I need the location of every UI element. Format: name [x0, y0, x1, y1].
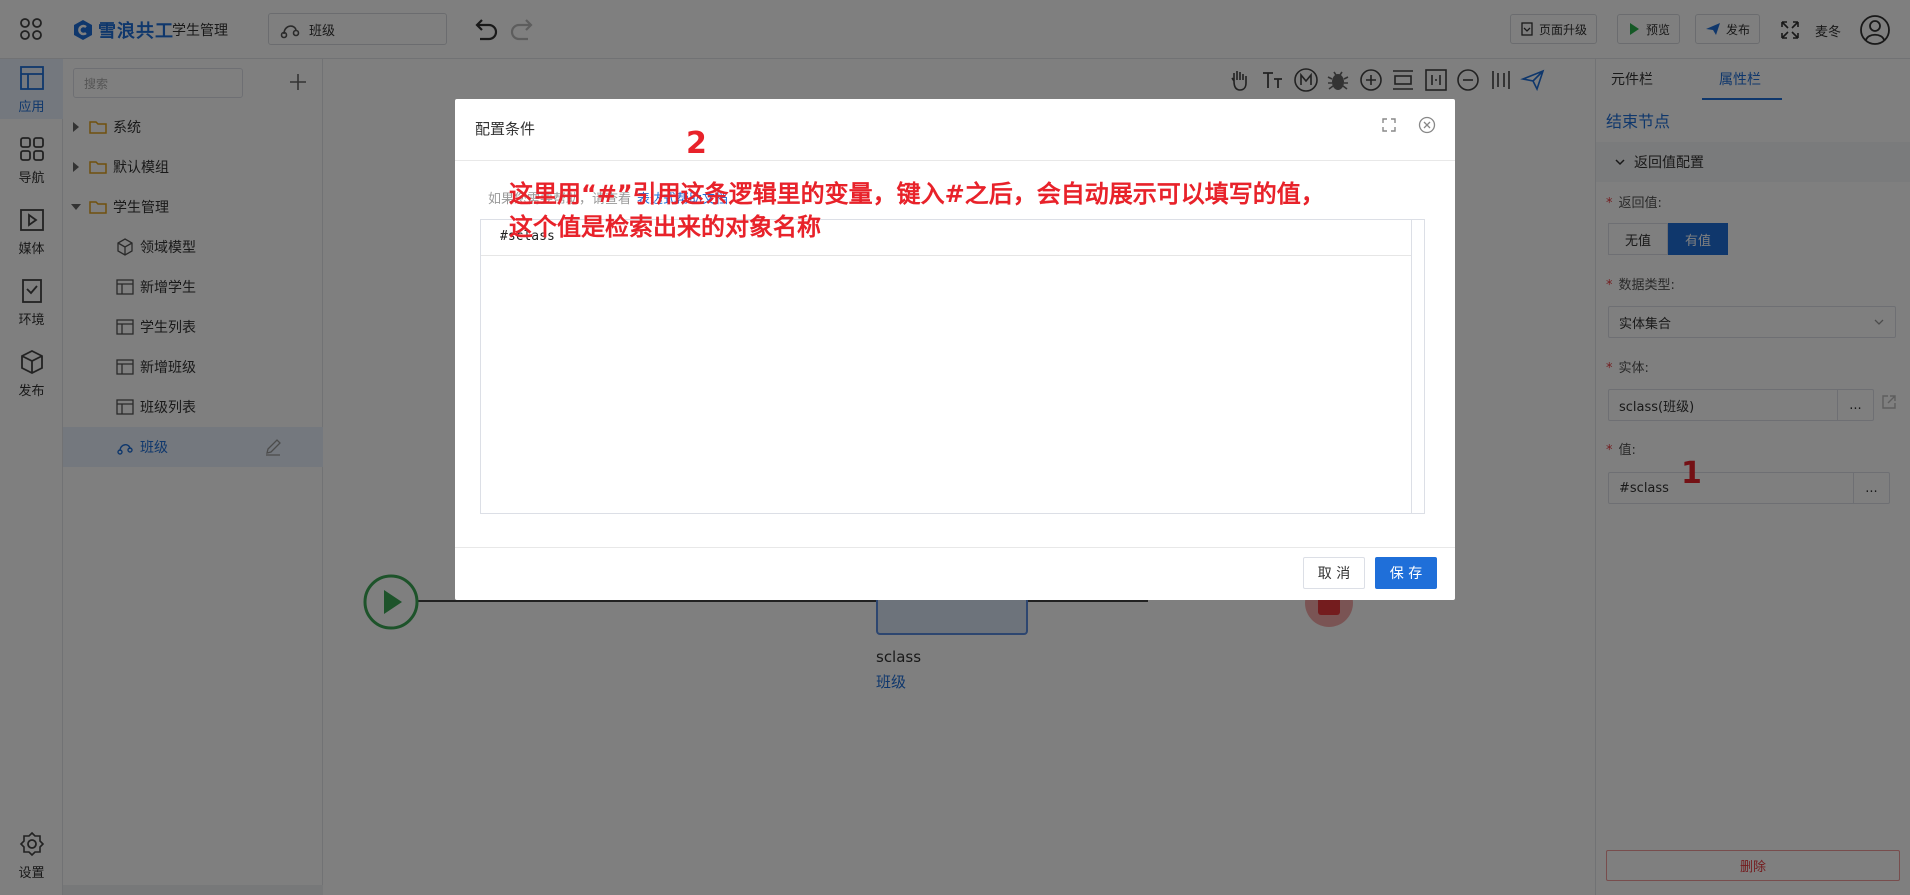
save-button[interactable]: 保 存 [1375, 557, 1437, 589]
annotation-line-2: 这个值是检索出来的对象名称 [509, 213, 821, 241]
maximize-icon[interactable] [1381, 117, 1397, 133]
close-icon[interactable] [1418, 116, 1436, 134]
dialog-footer-divider [455, 547, 1455, 548]
annotation-note: 这里用“#”引用这条逻辑里的变量，键入#之后，会自动展示可以填写的值， 这个值是… [509, 178, 1409, 244]
expression-editor[interactable]: #sclass [480, 219, 1425, 514]
editor-scrollbar[interactable] [1411, 220, 1412, 513]
cancel-button[interactable]: 取 消 [1303, 557, 1365, 589]
dialog-title: 配置条件 [475, 120, 536, 138]
annotation-line-1: 这里用“#”引用这条逻辑里的变量，键入#之后，会自动展示可以填写的值， [509, 180, 1325, 208]
config-condition-dialog: 配置条件 如果您需要帮助，请查看 表达式帮助文档 #sclass 取 消 保 存 [455, 99, 1455, 600]
annotation-step-2: 2 [686, 126, 707, 161]
dialog-header-divider [455, 160, 1455, 161]
